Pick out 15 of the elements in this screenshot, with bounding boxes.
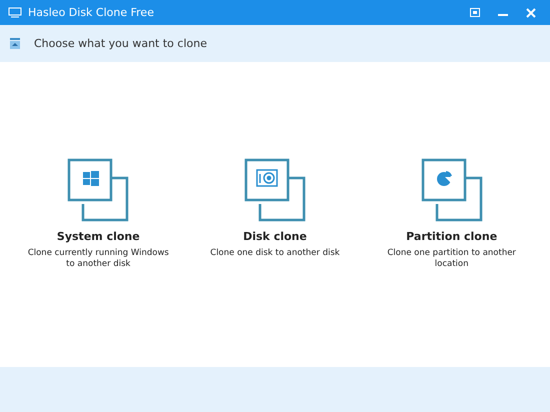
monitor-icon [8,7,22,18]
clone-disk-icon [244,158,306,222]
option-description: Clone one disk to another disk [210,248,340,260]
option-description: Clone one partition to another location [386,248,517,271]
option-title[interactable]: Disk clone [243,230,307,243]
restore-icon [470,8,480,17]
clone-partition-icon [420,158,483,222]
option-title[interactable]: Partition clone [406,230,498,243]
home-icon [10,38,20,49]
clone-system-icon [67,158,130,222]
window-title: Hasleo Disk Clone Free [28,6,155,19]
close-icon [526,8,536,18]
option-description: Clone currently running Windows to another disk [26,248,170,271]
option-title[interactable]: System clone [56,230,140,243]
page-heading: Choose what you want to clone [34,37,207,50]
